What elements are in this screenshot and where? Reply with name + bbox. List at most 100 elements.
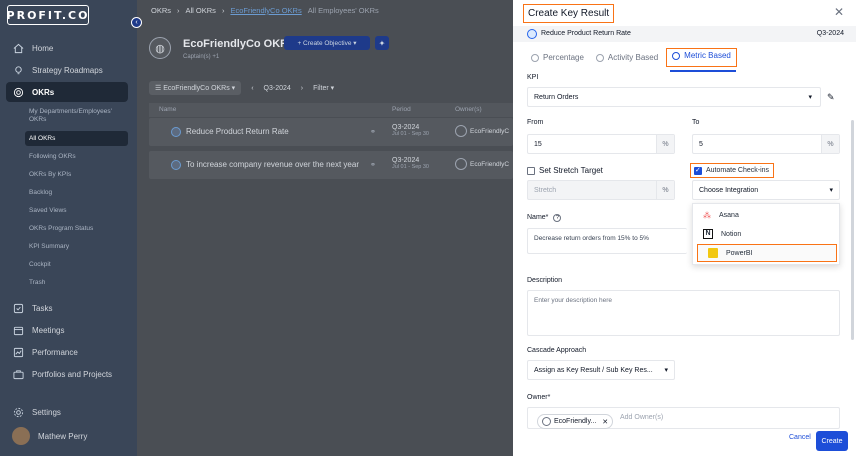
sidebar-item-label: Home [32,43,54,53]
breadcrumb-ecofriendlyco-okrs[interactable]: EcoFriendlyCo OKRs [230,6,301,15]
remove-owner-icon[interactable]: ✕ [602,418,608,426]
tab-percentage[interactable]: Percentage [527,48,588,67]
sidebar-subitem-program-status[interactable]: OKRs Program Status [29,225,93,233]
asana-icon: ⁂ [703,210,711,220]
org-icon [542,417,551,426]
checkbox-unchecked[interactable] [527,166,535,175]
objective-name[interactable]: Reduce Product Return Rate [186,127,289,136]
column-owners[interactable]: Owner(s) [455,106,482,113]
percent-suffix: % [656,181,674,199]
owner-placeholder: Add Owner(s) [620,414,664,421]
to-input[interactable]: 5 % [692,134,840,154]
sidebar-item-portfolios[interactable]: Portfolios and Projects [12,368,112,380]
sidebar-subitem-following-okrs[interactable]: Following OKRs [29,153,76,161]
objective-name[interactable]: To increase company revenue over the nex… [186,160,359,169]
chevron-right-icon[interactable]: › [301,85,303,92]
sidebar-item-strategy-roadmaps[interactable]: Strategy Roadmaps [12,64,103,76]
sidebar-item-label: Meetings [32,325,65,335]
from-input[interactable]: 15 % [527,134,675,154]
table-row[interactable]: Reduce Product Return Rate ⚭ Q3-2024 Jul … [149,118,513,146]
alignment-icon[interactable]: ⚭ [370,161,376,169]
notion-icon: N [703,229,713,239]
objective-period: Q3-2024 Jul 01 - Sep 30 [392,124,429,137]
user-profile[interactable]: Mathew Perry [12,427,87,445]
sidebar-item-meetings[interactable]: Meetings [12,324,64,336]
page-title: EcoFriendlyCo OKRs [183,38,295,50]
owner-chip[interactable]: EcoFriendly... ✕ [537,414,614,429]
stretch-placeholder: Stretch [534,186,557,194]
cancel-button[interactable]: Cancel [789,434,811,441]
checkbox-checked[interactable] [694,166,702,175]
sidebar-subitem-kpi-summary[interactable]: KPI Summary [29,243,69,251]
create-button[interactable]: Create [816,431,848,451]
integration-option-notion[interactable]: N Notion [693,225,841,243]
profit-logo[interactable]: PROFIT.CO [7,5,89,25]
panel-title: Create Key Result [523,4,615,23]
sidebar-item-label: Performance [32,347,78,357]
integration-option-powerbi[interactable]: PowerBI [697,244,837,262]
sidebar-subitem-trash[interactable]: Trash [29,279,45,287]
checkbox-icon [12,302,24,314]
sidebar-item-settings[interactable]: Settings [12,406,61,418]
integration-select[interactable]: Choose Integration ▾ [692,180,840,200]
sidebar-subitem-my-departments[interactable]: My Departments/Employees' OKRs [29,108,125,124]
integration-dropdown: ⁂ Asana N Notion PowerBI [692,203,840,265]
collapse-sidebar-button[interactable]: ‹ [131,17,142,28]
objective-owner: EcoFriendlyC [455,158,509,170]
close-icon[interactable]: ✕ [834,5,844,19]
help-icon[interactable]: ? [553,214,562,222]
briefcase-icon [12,368,24,380]
table-header: Name Period Owner(s) [149,103,513,117]
create-objective-button[interactable]: + Create Objective ▾ [284,36,370,50]
captain-row: Captain(s) +1 [183,54,219,60]
breadcrumb-all-employees-okrs[interactable]: All Employees' OKRs [308,6,379,15]
sidebar-subitem-backlog[interactable]: Backlog [29,189,52,197]
scope-dropdown[interactable]: ☰ EcoFriendlyCo OKRs ▾ [149,81,242,95]
stretch-input[interactable]: Stretch % [527,180,675,200]
powerbi-icon [708,248,718,258]
table-row[interactable]: To increase company revenue over the nex… [149,151,513,179]
description-textarea[interactable]: Enter your description here [527,290,840,336]
sidebar-item-performance[interactable]: Performance [12,346,78,358]
from-label: From [527,119,544,126]
column-period[interactable]: Period [392,106,411,113]
edit-pencil-icon[interactable]: ✎ [827,92,835,103]
chevron-left-icon[interactable]: ‹ [251,85,253,92]
cascade-select[interactable]: Assign as Key Result / Sub Key Res... ▾ [527,360,675,380]
magic-wand-icon[interactable]: ✦ [375,36,389,50]
filter-button[interactable]: Filter ▾ [313,84,334,92]
percent-suffix: % [821,135,839,153]
breadcrumb-okrs[interactable]: OKRs [151,6,171,15]
owner-chip-label: EcoFriendly... [554,418,597,425]
period-selector[interactable]: Q3-2024 [264,85,291,92]
sidebar-item-tasks[interactable]: Tasks [12,302,52,314]
objective-icon [527,29,537,39]
kpi-select[interactable]: Return Orders ▾ [527,87,821,107]
automate-checkins-checkbox[interactable]: Automate Check-ins [690,163,774,178]
tab-activity-based[interactable]: Activity Based [592,48,662,67]
sidebar-subitem-okrs-by-kpis[interactable]: OKRs By KPIs [29,171,71,179]
name-textarea[interactable]: Decrease return orders from 15% to 5% [527,228,687,254]
tab-metric-based[interactable]: Metric Based [666,48,737,67]
alignment-icon[interactable]: ⚭ [370,128,376,136]
automate-label: Automate Check-ins [706,167,770,174]
calendar-icon [12,324,24,336]
sidebar-subitem-all-okrs[interactable]: All OKRs [29,135,55,143]
owner-name: EcoFriendlyC [470,127,510,135]
bulb-icon [12,64,24,76]
panel-scrollbar[interactable] [851,120,854,340]
chevron-down-icon: ▾ [664,367,668,374]
sidebar-item-okrs[interactable]: OKRs [12,86,54,98]
sidebar-subitem-saved-views[interactable]: Saved Views [29,207,66,215]
integration-option-asana[interactable]: ⁂ Asana [693,206,841,224]
stretch-target-checkbox[interactable]: Set Stretch Target [527,166,603,175]
breadcrumb-all-okrs[interactable]: All OKRs [186,6,216,15]
sidebar-item-home[interactable]: Home [12,42,53,54]
column-name[interactable]: Name [159,106,176,113]
option-label: Notion [721,230,742,238]
owner-input[interactable]: EcoFriendly... ✕ Add Owner(s) [527,407,840,429]
sidebar-subitem-cockpit[interactable]: Cockpit [29,261,51,269]
percentage-icon [531,53,539,62]
chart-icon [12,346,24,358]
name-label-row: Name* ? [527,214,562,222]
